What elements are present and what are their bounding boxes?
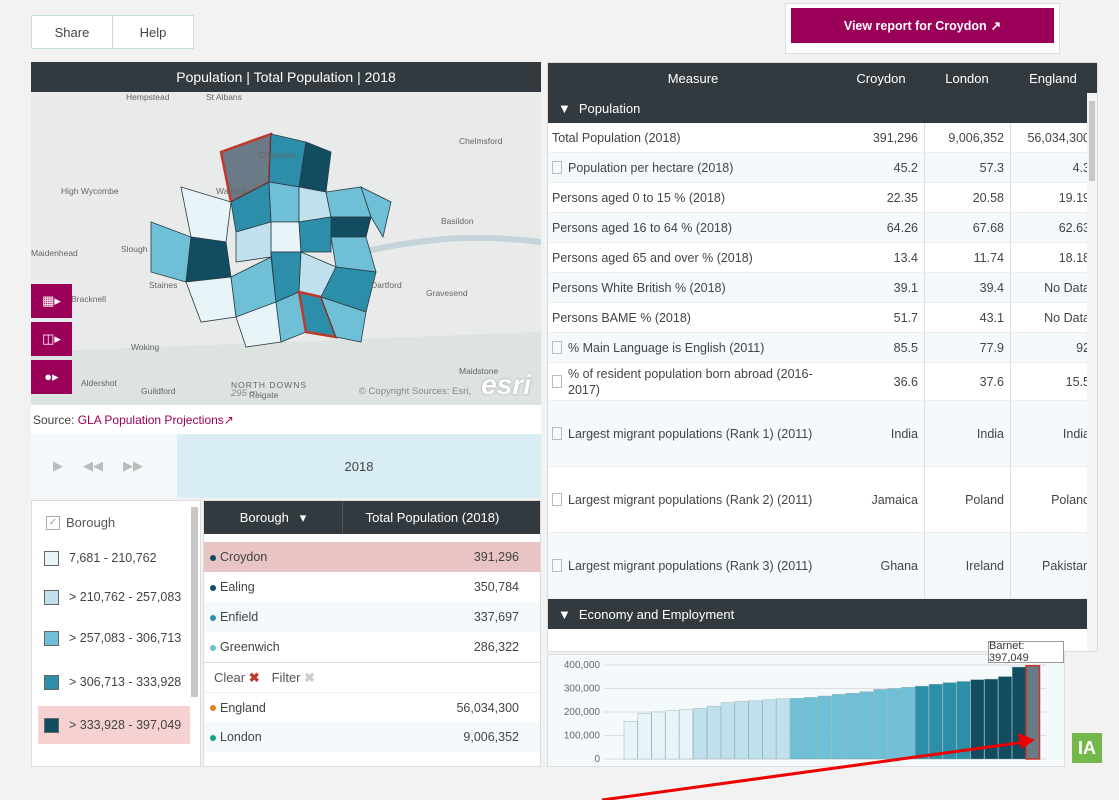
annotation-arrow [601,733,1035,800]
